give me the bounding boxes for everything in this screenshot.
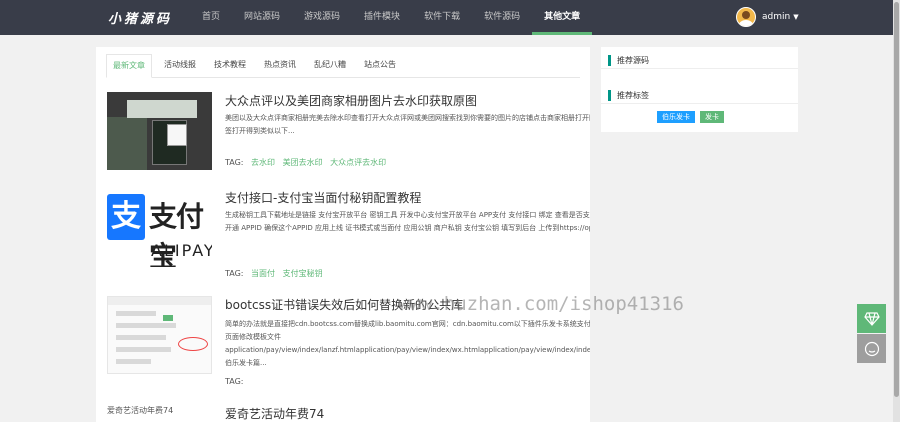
article-tabs: 最新文章 活动线报 技术教程 热点资讯 乱纪八糟 站点公告: [106, 54, 580, 78]
article-tags: TAG:: [225, 377, 244, 386]
float-diamond-button[interactable]: [857, 304, 886, 333]
tab-misc[interactable]: 乱纪八糟: [308, 54, 352, 78]
nav-item-software-download[interactable]: 软件下载: [412, 0, 472, 35]
site-logo[interactable]: 小猪源码: [108, 8, 172, 27]
top-navbar: 小猪源码 首页 网站源码 游戏源码 插件模块 软件下载 软件源码 其他文章 ad…: [0, 0, 893, 35]
tag-label: TAG:: [225, 158, 244, 167]
page-scrollbar[interactable]: [893, 0, 900, 422]
recommend-tags-heading: 推荐标签: [601, 86, 798, 104]
nav-item-game-source[interactable]: 游戏源码: [292, 0, 352, 35]
tag-link[interactable]: 去水印: [251, 158, 275, 167]
list-item: 爱奇艺活动年费74 爱奇艺活动年费74: [107, 405, 583, 422]
tab-activity[interactable]: 活动线报: [158, 54, 202, 78]
nav-item-home[interactable]: 首页: [190, 0, 232, 35]
list-item: 支 支付宝 ALIPAY 支付接口-支付宝当面付秘钥配置教程 生成秘钥工具下载地…: [107, 189, 590, 279]
article-title[interactable]: 支付接口-支付宝当面付秘钥配置教程: [225, 189, 421, 206]
tab-hot-news[interactable]: 热点资讯: [258, 54, 302, 78]
nav-item-website-source[interactable]: 网站源码: [232, 0, 292, 35]
chat-icon: [864, 341, 879, 356]
alipay-latin: ALIPAY: [151, 241, 212, 260]
article-title[interactable]: 爱奇艺活动年费74: [225, 405, 324, 422]
article-desc: 美团以及大众点评商家相册完美去除水印查看打开大众点评网或美团网搜索找到你需要的图…: [225, 114, 590, 135]
avatar[interactable]: [736, 7, 756, 27]
article-desc: 生成秘钥工具下载地址是链接 支付宝开放平台 密钥工具 开发中心支付宝开放平台 A…: [225, 211, 590, 232]
user-menu[interactable]: admin ▼: [736, 7, 799, 27]
side-panel: 推荐源码 推荐标签 伯乐发卡 发卡: [601, 47, 798, 132]
tab-announcement[interactable]: 站点公告: [358, 54, 402, 78]
username[interactable]: admin: [762, 12, 790, 22]
article-thumbnail[interactable]: [107, 296, 212, 374]
scrollbar-thumb[interactable]: [894, 2, 899, 397]
tag-link[interactable]: 美团去水印: [283, 158, 323, 167]
side-tag[interactable]: 发卡: [700, 111, 724, 123]
tag-label: TAG:: [225, 377, 244, 386]
nav-item-other-articles[interactable]: 其他文章: [532, 0, 593, 35]
recommend-source-heading: 推荐源码: [601, 51, 798, 69]
tag-link[interactable]: 当面付: [251, 269, 275, 278]
article-desc: 简单的办法就是直接把cdn.bootcss.com替换成lib.baomitu.…: [225, 320, 590, 367]
article-panel: 最新文章 活动线报 技术教程 热点资讯 乱纪八糟 站点公告 大众点评以及美团商家…: [96, 47, 590, 422]
alipay-logo-icon: 支: [107, 194, 145, 240]
article-tags: TAG: 去水印 美团去水印 大众点评去水印: [225, 157, 386, 168]
article-title[interactable]: 大众点评以及美团商家相册图片去水印获取原图: [225, 92, 477, 109]
float-chat-button[interactable]: [857, 334, 886, 363]
article-thumbnail[interactable]: 支 支付宝 ALIPAY: [107, 189, 212, 267]
article-thumbnail-alt[interactable]: 爱奇艺活动年费74: [107, 405, 173, 416]
list-item: 大众点评以及美团商家相册图片去水印获取原图 美团以及大众点评商家相册完美去除水印…: [107, 92, 590, 172]
watermark: www.huzhan.com/ishop41316: [398, 293, 684, 315]
article-tags: TAG: 当面付 支付宝秘钥: [225, 268, 323, 279]
side-tag[interactable]: 伯乐发卡: [657, 111, 695, 123]
main-nav: 首页 网站源码 游戏源码 插件模块 软件下载 软件源码 其他文章: [190, 0, 593, 35]
tab-tutorial[interactable]: 技术教程: [208, 54, 252, 78]
tag-link[interactable]: 大众点评去水印: [330, 158, 386, 167]
tab-latest[interactable]: 最新文章: [106, 54, 152, 78]
tag-link[interactable]: 支付宝秘钥: [283, 269, 323, 278]
tag-label: TAG:: [225, 269, 244, 278]
side-tag-list: 伯乐发卡 发卡: [657, 111, 729, 123]
diamond-icon: [863, 311, 880, 326]
nav-item-plugins[interactable]: 插件模块: [352, 0, 412, 35]
article-thumbnail[interactable]: [107, 92, 212, 170]
chevron-down-icon[interactable]: ▼: [793, 13, 798, 21]
nav-item-software-source[interactable]: 软件源码: [472, 0, 532, 35]
